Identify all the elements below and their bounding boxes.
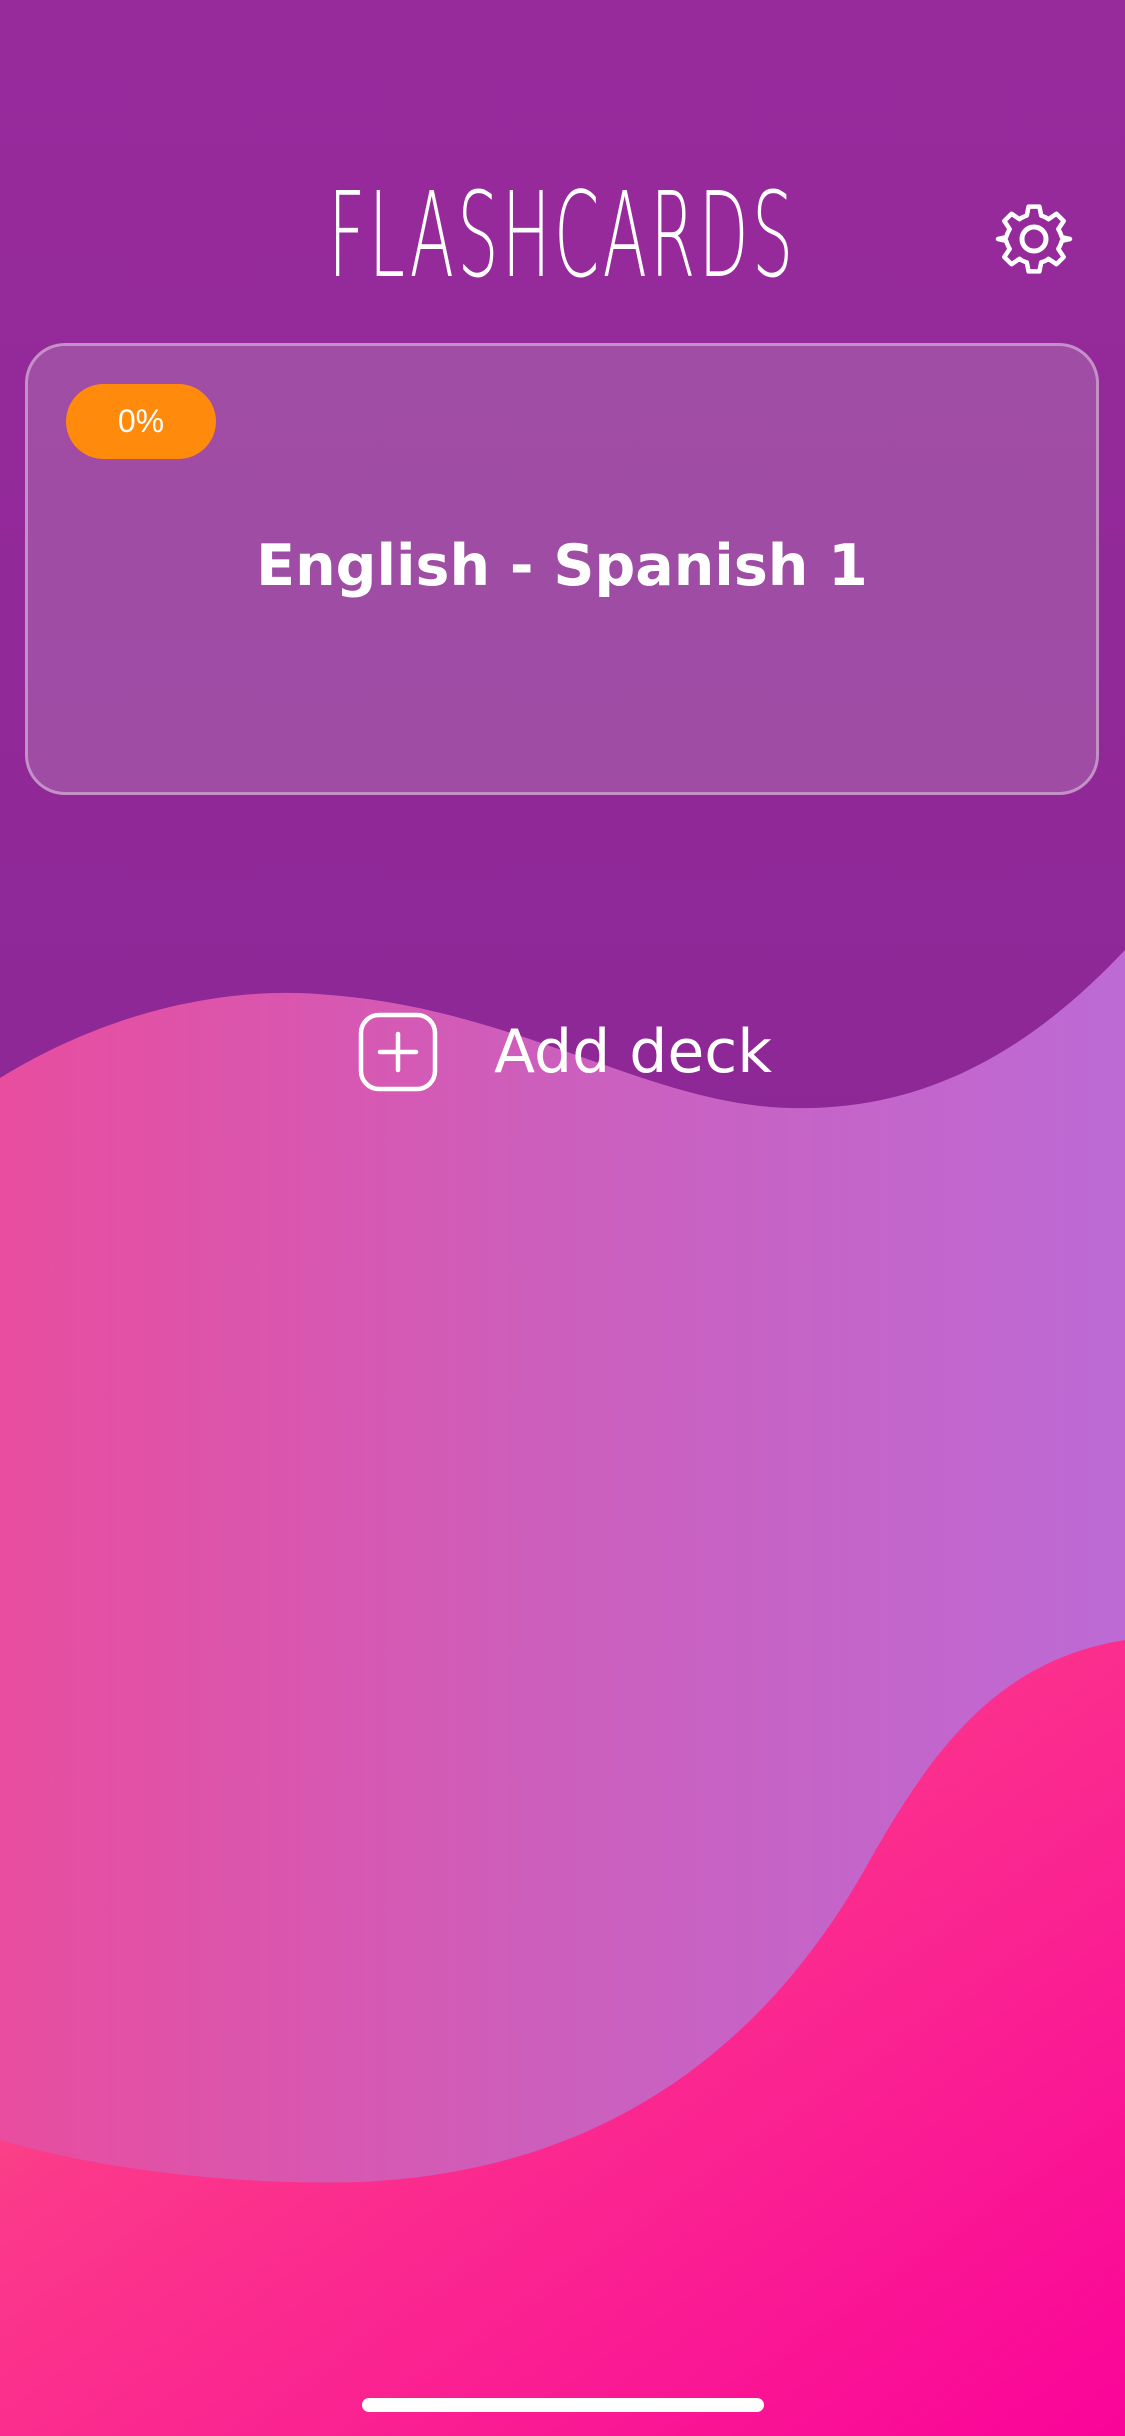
home-indicator[interactable] [362,2398,764,2412]
add-deck-button[interactable]: Add deck [358,1012,772,1092]
deck-card[interactable]: 0% English - Spanish 1 [25,343,1099,795]
plus-square-icon [358,1012,438,1092]
gear-icon [995,204,1073,274]
app-title: FLASHCARDS [328,166,797,304]
progress-badge: 0% [66,384,216,459]
settings-button[interactable] [994,201,1074,281]
add-deck-label: Add deck [494,1017,772,1087]
deck-name: English - Spanish 1 [256,533,868,599]
